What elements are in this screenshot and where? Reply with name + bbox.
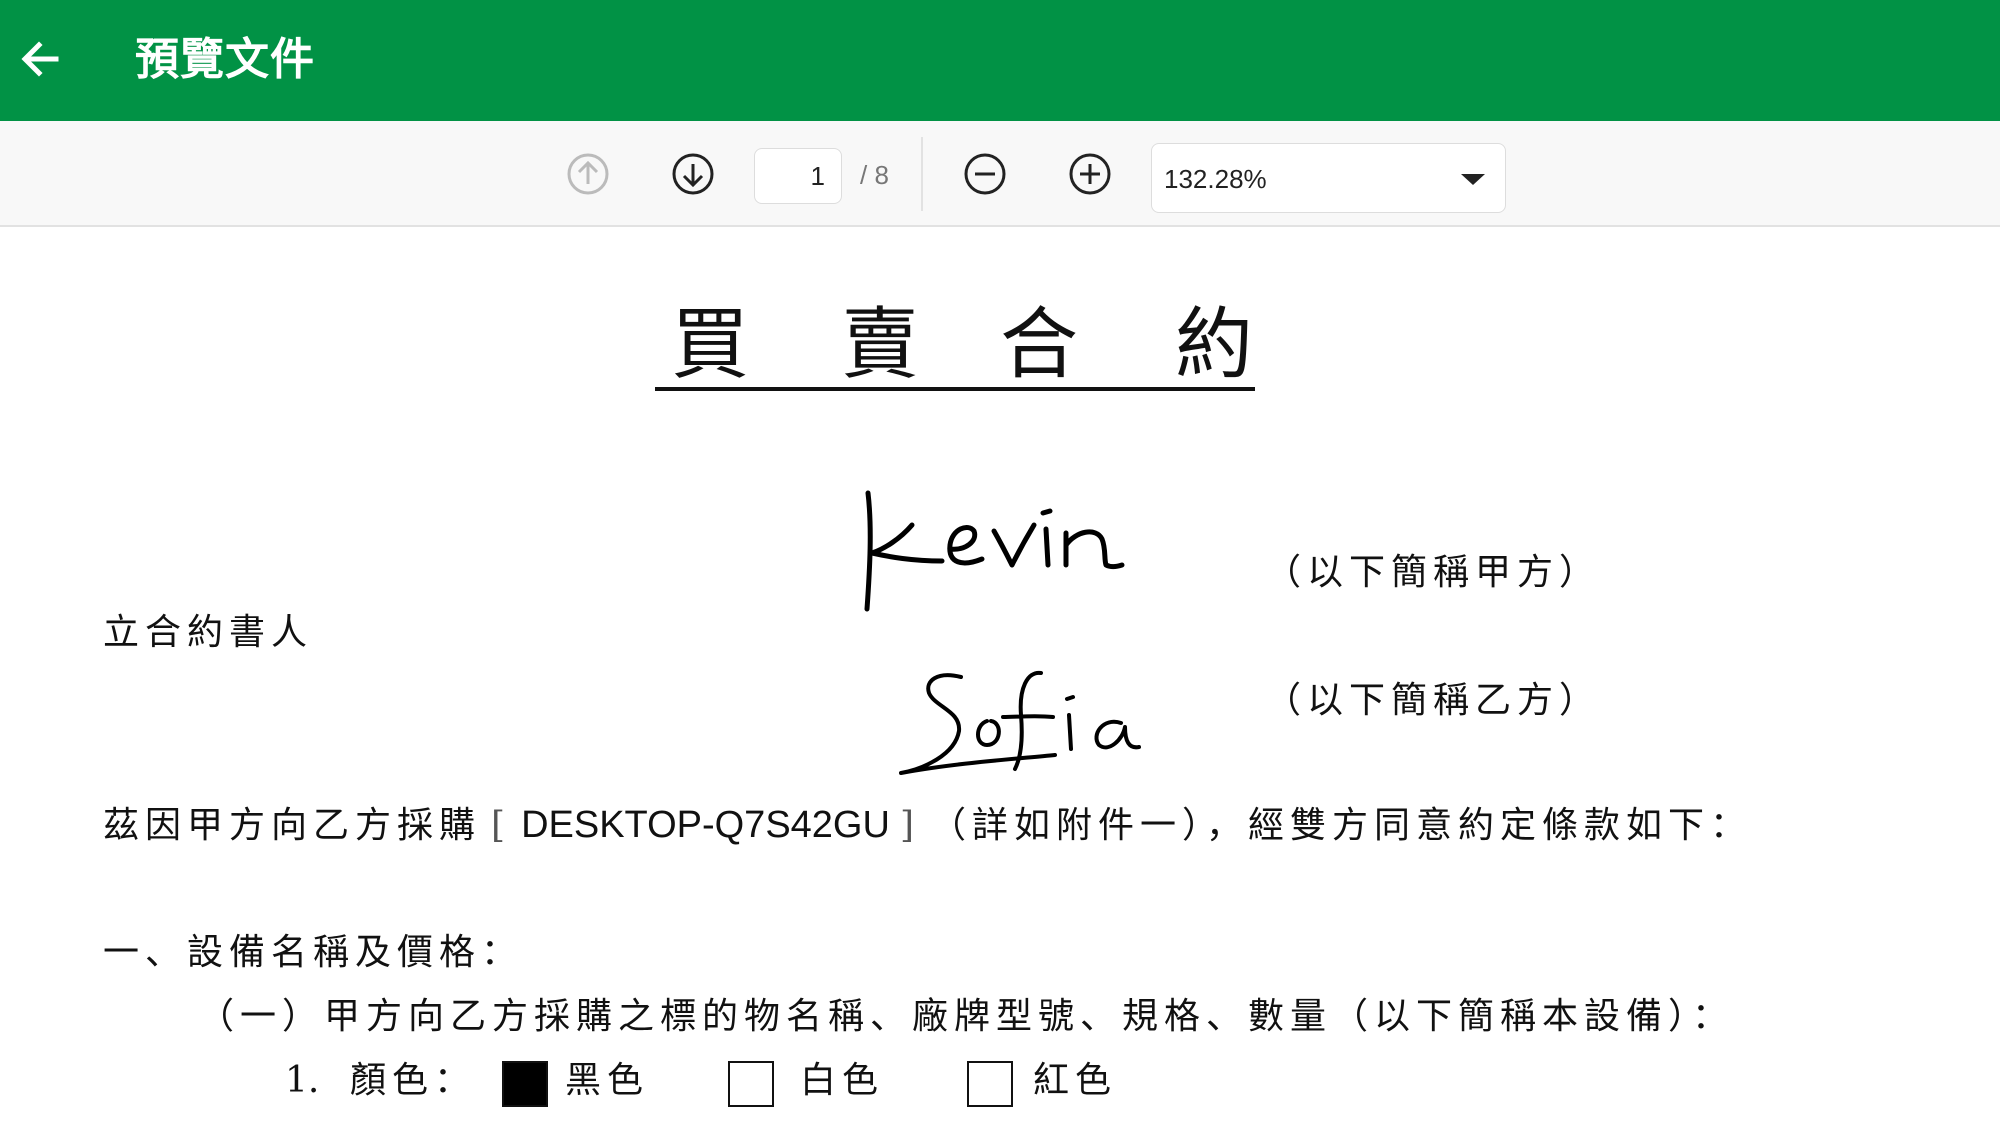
title-char: 合 xyxy=(1000,300,1079,390)
page-number-input[interactable] xyxy=(754,148,842,204)
bracket-close: ] xyxy=(899,805,920,846)
arrow-down-circle-icon xyxy=(672,153,714,195)
page-total: / 8 xyxy=(860,160,889,190)
intro-suffix: （詳如附件一），經雙方同意約定條款如下： xyxy=(929,805,1752,846)
signature-kevin xyxy=(864,490,1125,612)
arrow-left-icon xyxy=(21,41,59,77)
option-white-label: 白色 xyxy=(800,1060,885,1101)
title-char: 買 xyxy=(671,300,750,390)
option-red-label: 紅色 xyxy=(1033,1060,1118,1101)
page-title: 預覽文件 xyxy=(135,34,315,85)
pdf-toolbar: / 8 132.28% xyxy=(0,121,2000,227)
next-page-button[interactable] xyxy=(663,144,723,204)
option-black-label: 黑色 xyxy=(565,1060,650,1101)
party-label: 立合約書人 xyxy=(103,612,314,653)
signature-sofia xyxy=(899,670,1141,775)
back-button[interactable] xyxy=(14,33,66,85)
section-1-item-1: （一）甲方向乙方採購之標的物名稱、廠牌型號、規格、數量（以下簡稱本設備）： xyxy=(198,996,1735,1037)
document-title: 買 賣 合 約 xyxy=(655,299,1255,391)
zoom-value: 132.28% xyxy=(1164,164,1267,194)
title-char: 約 xyxy=(1175,300,1254,390)
color-label: 顏色： xyxy=(350,1060,477,1101)
party-b-label: （以下簡稱乙方） xyxy=(1265,680,1602,721)
product-name: DESKTOP-Q7S42GU xyxy=(521,804,890,846)
item-number: 1. xyxy=(285,1060,320,1101)
zoom-select[interactable]: 132.28% xyxy=(1151,143,1506,213)
minus-circle-icon xyxy=(964,153,1006,195)
checkbox-white[interactable] xyxy=(728,1061,774,1107)
document-page: 買 賣 合 約 立合約書人 （以下簡稱甲方） （以下簡稱乙方） 茲因甲方向乙方採… xyxy=(0,229,2000,1142)
checkbox-red[interactable] xyxy=(967,1061,1013,1107)
intro-prefix: 茲因甲方向乙方採購 xyxy=(103,805,482,846)
zoom-out-button[interactable] xyxy=(955,144,1015,204)
app-bar: 預覽文件 xyxy=(0,0,2000,121)
bracket-open: [ xyxy=(491,805,512,846)
intro-paragraph: 茲因甲方向乙方採購[DESKTOP-Q7S42GU] （詳如附件一），經雙方同意約… xyxy=(103,801,1752,850)
party-a-label: （以下簡稱甲方） xyxy=(1265,552,1602,593)
chevron-down-icon xyxy=(1461,174,1485,185)
plus-circle-icon xyxy=(1069,153,1111,195)
section-1-title: 一、設備名稱及價格： xyxy=(103,932,524,973)
arrow-up-circle-icon xyxy=(567,153,609,195)
previous-page-button[interactable] xyxy=(558,144,618,204)
checkbox-black[interactable] xyxy=(502,1061,548,1107)
toolbar-divider xyxy=(921,137,923,211)
zoom-in-button[interactable] xyxy=(1060,144,1120,204)
title-char: 賣 xyxy=(841,300,920,390)
